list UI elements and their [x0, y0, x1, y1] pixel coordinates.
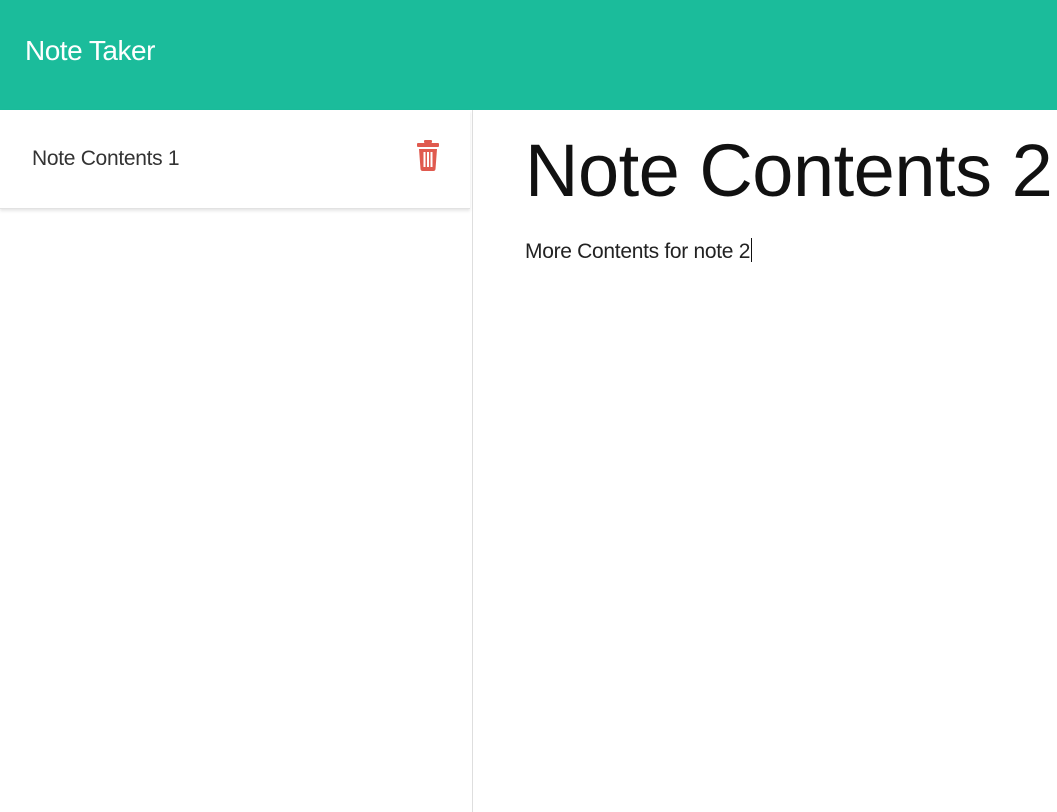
note-title-input[interactable]: Note Contents 2: [525, 128, 1053, 213]
note-list-item[interactable]: Note Contents 1: [0, 110, 470, 209]
navbar: Note Taker: [0, 0, 1057, 110]
text-caret: [751, 238, 753, 262]
navbar-brand[interactable]: Note Taker: [25, 35, 155, 67]
notes-sidebar: Note Contents 1: [0, 110, 473, 812]
note-body-text: More Contents for note 2: [525, 240, 751, 263]
note-list-item-title[interactable]: Note Contents 1: [32, 147, 180, 171]
note-editor: Note Contents 2 More Contents for note 2: [474, 110, 1057, 812]
note-body-textarea[interactable]: More Contents for note 2: [525, 238, 753, 264]
trash-icon[interactable]: [415, 138, 441, 172]
